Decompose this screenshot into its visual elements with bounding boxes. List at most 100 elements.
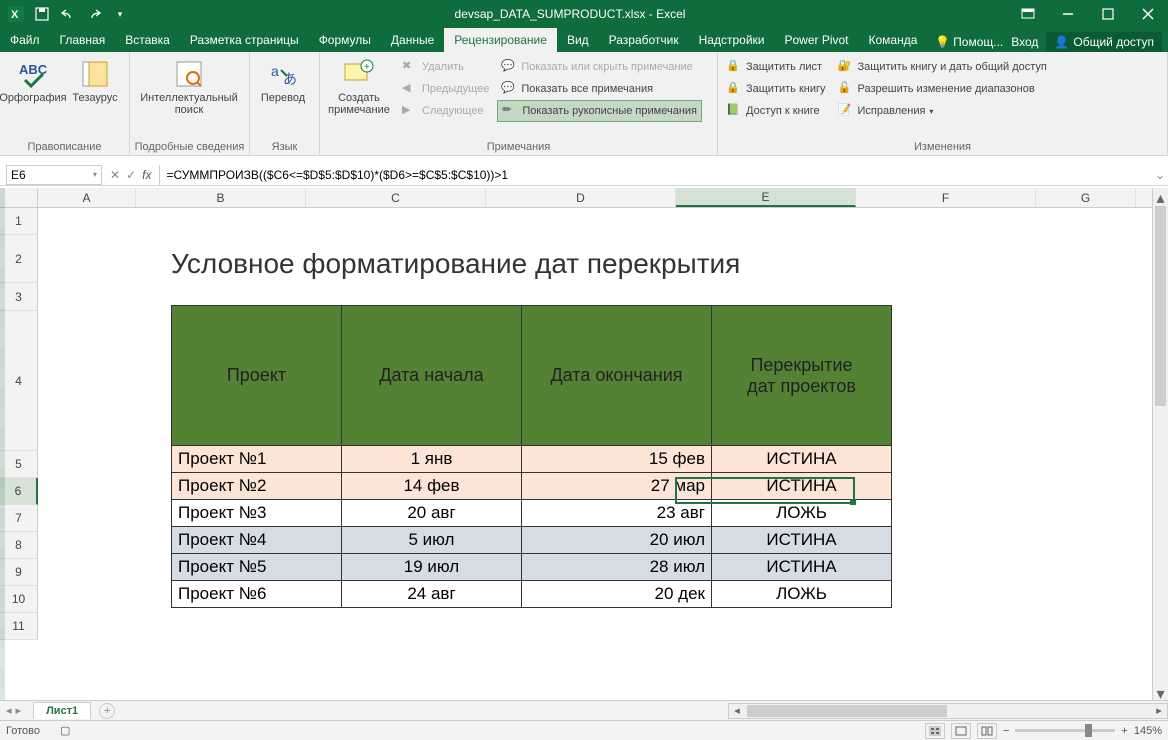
protect-sheet-button[interactable]: 🔒Защитить лист — [722, 56, 830, 78]
tell-me[interactable]: 💡 Помощ... — [935, 35, 1003, 49]
worksheet[interactable]: ABCDEFG 1234567891011 Условное форматиро… — [0, 188, 1168, 700]
scroll-down-icon[interactable]: ▾ — [1153, 684, 1168, 700]
scroll-up-icon[interactable]: ▴ — [1153, 188, 1168, 204]
select-all-corner[interactable] — [0, 188, 38, 207]
scroll-left-icon[interactable]: ◂ — [729, 704, 745, 717]
save-button[interactable] — [30, 2, 54, 26]
row-header-11[interactable]: 11 — [0, 613, 38, 640]
protect-share-button[interactable]: 🔐Защитить книгу и дать общий доступ — [834, 56, 1051, 78]
zoom-level[interactable]: 145% — [1134, 725, 1162, 737]
zoom-slider[interactable] — [1015, 729, 1115, 732]
share-wb-button[interactable]: 📗Доступ к книге — [722, 100, 830, 122]
col-header-C[interactable]: C — [306, 188, 486, 207]
col-header-G[interactable]: G — [1036, 188, 1136, 207]
redo-button[interactable] — [82, 2, 106, 26]
close-button[interactable] — [1128, 0, 1168, 28]
ribbon-tab-разметка-страницы[interactable]: Разметка страницы — [180, 28, 309, 52]
sheet-nav-next-icon[interactable]: ▸ — [16, 704, 22, 717]
vscroll-thumb[interactable] — [1155, 206, 1166, 406]
table-cell[interactable]: ИСТИНА — [712, 446, 892, 473]
show-all-comments-button[interactable]: 💬Показать все примечания — [497, 78, 702, 100]
allow-ranges-button[interactable]: 🔓Разрешить изменение диапазонов — [834, 78, 1051, 100]
row-header-8[interactable]: 8 — [0, 532, 38, 559]
formula-input[interactable]: =СУММПРОИЗВ(($C6<=$D$5:$D$10)*($D6>=$C$5… — [159, 165, 1152, 185]
table-cell[interactable]: 20 авг — [342, 500, 522, 527]
horizontal-scrollbar[interactable]: ◂ ▸ — [728, 703, 1168, 719]
enter-formula-icon[interactable]: ✓ — [126, 168, 136, 182]
show-ink-button[interactable]: ✏Показать рукописные примечания — [497, 100, 702, 122]
table-cell[interactable]: Проект №4 — [172, 527, 342, 554]
row-header-1[interactable]: 1 — [0, 208, 38, 235]
sheet-nav-prev-icon[interactable]: ◂ — [6, 704, 12, 717]
ribbon-tab-рецензирование[interactable]: Рецензирование — [444, 28, 557, 52]
scroll-right-icon[interactable]: ▸ — [1151, 704, 1167, 717]
ribbon-tab-команда[interactable]: Команда — [859, 28, 928, 52]
new-comment-button[interactable]: + Создать примечание — [324, 56, 394, 118]
minimize-button[interactable] — [1048, 0, 1088, 28]
table-cell[interactable]: 28 июл — [522, 554, 712, 581]
ribbon-tab-вставка[interactable]: Вставка — [115, 28, 180, 52]
col-header-F[interactable]: F — [856, 188, 1036, 207]
ribbon-tab-надстройки[interactable]: Надстройки — [689, 28, 775, 52]
table-cell[interactable]: ЛОЖЬ — [712, 581, 892, 608]
row-header-6[interactable]: 6 — [0, 478, 38, 505]
normal-view-button[interactable] — [925, 723, 945, 739]
table-cell[interactable]: 20 июл — [522, 527, 712, 554]
table-cell[interactable]: Проект №6 — [172, 581, 342, 608]
macro-record-icon[interactable]: ▢ — [60, 724, 70, 737]
ribbon-tab-power-pivot[interactable]: Power Pivot — [774, 28, 858, 52]
col-header-B[interactable]: B — [136, 188, 306, 207]
row-header-4[interactable]: 4 — [0, 311, 38, 451]
qat-customize-icon[interactable]: ▾ — [108, 2, 132, 26]
row-header-3[interactable]: 3 — [0, 283, 38, 311]
hscroll-thumb[interactable] — [747, 705, 947, 717]
table-cell[interactable]: 19 июл — [342, 554, 522, 581]
table-cell[interactable]: 14 фев — [342, 473, 522, 500]
table-cell[interactable]: 5 июл — [342, 527, 522, 554]
ribbon-tab-разработчик[interactable]: Разработчик — [599, 28, 689, 52]
track-changes-button[interactable]: 📝Исправления ▾ — [834, 100, 1051, 122]
table-cell[interactable]: 23 авг — [522, 500, 712, 527]
ribbon-tab-главная[interactable]: Главная — [50, 28, 116, 52]
row-header-5[interactable]: 5 — [0, 451, 38, 478]
ribbon-tab-формулы[interactable]: Формулы — [309, 28, 381, 52]
table-cell[interactable]: 24 авг — [342, 581, 522, 608]
table-cell[interactable]: Проект №3 — [172, 500, 342, 527]
table-cell[interactable]: 1 янв — [342, 446, 522, 473]
row-header-9[interactable]: 9 — [0, 559, 38, 586]
table-cell[interactable]: 20 дек — [522, 581, 712, 608]
row-header-10[interactable]: 10 — [0, 586, 38, 613]
row-header-2[interactable]: 2 — [0, 235, 38, 283]
undo-button[interactable] — [56, 2, 80, 26]
table-cell[interactable]: 15 фев — [522, 446, 712, 473]
translate-button[interactable]: aあ Перевод — [254, 56, 312, 106]
table-cell[interactable]: ЛОЖЬ — [712, 500, 892, 527]
table-cell[interactable]: Проект №5 — [172, 554, 342, 581]
sheet-tab[interactable]: Лист1 — [33, 702, 91, 719]
ribbon-tab-данные[interactable]: Данные — [381, 28, 444, 52]
zoom-in-button[interactable]: + — [1121, 725, 1127, 737]
sign-in-button[interactable]: Вход — [1011, 35, 1038, 49]
col-header-A[interactable]: A — [38, 188, 136, 207]
col-header-D[interactable]: D — [486, 188, 676, 207]
table-cell[interactable]: 27 мар — [522, 473, 712, 500]
ribbon-display-button[interactable] — [1008, 0, 1048, 28]
share-button[interactable]: 👤 Общий доступ — [1046, 32, 1162, 52]
fx-button[interactable]: fx — [142, 168, 151, 182]
maximize-button[interactable] — [1088, 0, 1128, 28]
thesaurus-button[interactable]: Тезаурус — [66, 56, 124, 106]
spelling-button[interactable]: ABC Орфография — [4, 56, 62, 106]
col-header-E[interactable]: E — [676, 188, 856, 207]
table-cell[interactable]: Проект №1 — [172, 446, 342, 473]
table-cell[interactable]: ИСТИНА — [712, 554, 892, 581]
cancel-formula-icon[interactable]: ✕ — [110, 168, 120, 182]
table-cell[interactable]: Проект №2 — [172, 473, 342, 500]
zoom-out-button[interactable]: − — [1003, 725, 1009, 737]
row-header-7[interactable]: 7 — [0, 505, 38, 532]
ribbon-tab-файл[interactable]: Файл — [0, 28, 50, 52]
table-cell[interactable]: ИСТИНА — [712, 473, 892, 500]
protect-wb-button[interactable]: 🔒Защитить книгу — [722, 78, 830, 100]
page-break-button[interactable] — [977, 723, 997, 739]
vertical-scrollbar[interactable]: ▴ ▾ — [1152, 188, 1168, 700]
expand-formula-icon[interactable]: ⌄ — [1152, 168, 1168, 182]
